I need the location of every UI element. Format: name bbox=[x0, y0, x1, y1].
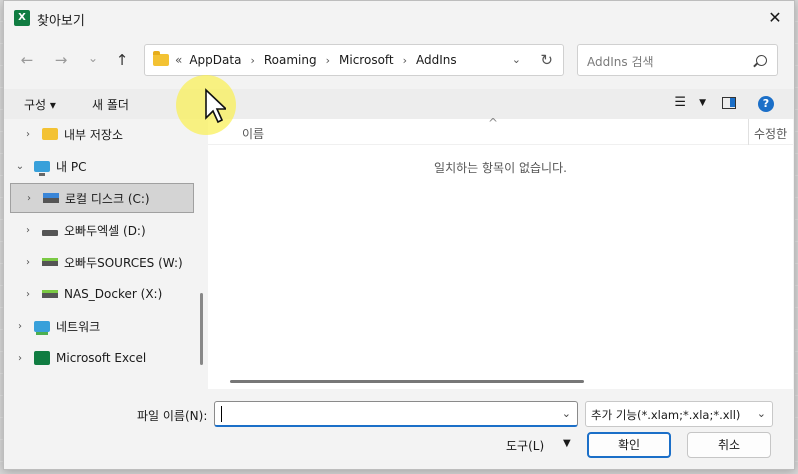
search-placeholder: AddIns 검색 bbox=[587, 55, 654, 69]
chevron-right-icon[interactable]: › bbox=[22, 257, 34, 268]
command-bar: 구성 ▾ 새 폴더 ☰ ▼ ? bbox=[4, 89, 794, 119]
mouse-pointer-icon bbox=[205, 88, 226, 124]
chevron-down-icon: ⌄ bbox=[87, 51, 99, 65]
column-header-row: 이름 ^ 수정한 bbox=[208, 116, 793, 145]
up-arrow-icon: ↑ bbox=[115, 51, 129, 69]
chevron-right-icon[interactable]: › bbox=[23, 193, 35, 204]
address-history-chevron-icon[interactable]: ⌄ bbox=[512, 53, 521, 66]
address-bar[interactable]: « AppData › Roaming › Microsoft › AddIns… bbox=[144, 44, 564, 76]
column-divider[interactable] bbox=[748, 119, 749, 145]
chevron-down-icon[interactable]: ⌄ bbox=[14, 161, 26, 172]
breadcrumb-overflow[interactable]: « bbox=[175, 53, 182, 67]
chevron-down-icon[interactable]: ⌄ bbox=[562, 407, 571, 420]
chevron-right-icon: › bbox=[325, 53, 331, 67]
column-header-name[interactable]: 이름 bbox=[242, 125, 264, 142]
chevron-right-icon[interactable]: › bbox=[22, 129, 34, 140]
navigation-scrollbar[interactable] bbox=[200, 293, 203, 365]
new-folder-button[interactable]: 새 폴더 bbox=[92, 96, 129, 113]
pc-icon bbox=[34, 160, 50, 176]
tree-item-label: 오빠두SOURCES (W:) bbox=[64, 255, 183, 270]
close-icon: ✕ bbox=[768, 8, 782, 27]
tree-item-network[interactable]: › 네트워크 bbox=[6, 311, 190, 341]
chevron-right-icon[interactable]: › bbox=[22, 225, 34, 236]
folder-icon bbox=[153, 51, 169, 66]
filename-input[interactable]: ⌄ bbox=[214, 401, 578, 427]
tree-item-label: 오빠두엑셀 (D:) bbox=[64, 223, 146, 238]
tree-item-drive-x[interactable]: › NAS_Docker (X:) bbox=[6, 279, 190, 309]
drive-icon bbox=[42, 230, 58, 236]
file-type-filter-value: 추가 기능(*.xlam;*.xla;*.xll) bbox=[591, 408, 741, 422]
title-bar: X 찾아보기 ✕ bbox=[4, 1, 794, 35]
tree-item-drive-d[interactable]: › 오빠두엑셀 (D:) bbox=[6, 215, 190, 245]
tools-dropdown-icon[interactable]: ▼ bbox=[563, 438, 571, 449]
forward-button[interactable]: → bbox=[50, 49, 72, 71]
browse-dialog: X 찾아보기 ✕ ← → ⌄ ↑ « AppData › Roaming › M… bbox=[3, 0, 795, 470]
sort-ascending-icon: ^ bbox=[488, 116, 499, 130]
empty-message: 일치하는 항목이 없습니다. bbox=[434, 161, 567, 175]
chevron-right-icon: › bbox=[402, 53, 408, 67]
excel-icon bbox=[34, 351, 50, 365]
tree-item-label: 네트워크 bbox=[56, 319, 101, 334]
view-dropdown-icon[interactable]: ▼ bbox=[699, 98, 706, 108]
network-drive-icon bbox=[42, 290, 58, 298]
breadcrumb: « AppData › Roaming › Microsoft › AddIns bbox=[175, 53, 457, 67]
excel-app-icon: X bbox=[14, 10, 30, 26]
horizontal-scrollbar[interactable] bbox=[230, 380, 584, 383]
preview-pane-icon[interactable] bbox=[722, 97, 736, 109]
tree-item-label: 로컬 디스크 (C:) bbox=[65, 191, 150, 206]
search-box[interactable]: AddIns 검색 bbox=[577, 44, 778, 76]
close-button[interactable]: ✕ bbox=[762, 5, 788, 31]
tree-item-microsoft-excel[interactable]: › Microsoft Excel bbox=[6, 343, 190, 373]
navigation-pane: › 내부 저장소 ⌄ 내 PC › 로컬 디스크 (C:) › 오빠두엑셀 (D… bbox=[6, 119, 194, 391]
tree-item-label: Microsoft Excel bbox=[56, 351, 147, 365]
help-icon[interactable]: ? bbox=[758, 96, 774, 112]
up-button[interactable]: ↑ bbox=[111, 49, 133, 71]
file-list[interactable]: 이름 ^ 수정한 일치하는 항목이 없습니다. bbox=[208, 116, 793, 389]
windows-drive-icon bbox=[43, 193, 59, 203]
chevron-right-icon[interactable]: › bbox=[14, 353, 26, 364]
chevron-right-icon[interactable]: › bbox=[14, 321, 26, 332]
column-header-date-modified[interactable]: 수정한 bbox=[754, 125, 787, 142]
back-arrow-icon: ← bbox=[20, 51, 34, 69]
breadcrumb-microsoft[interactable]: Microsoft bbox=[339, 53, 394, 67]
recent-locations-button[interactable]: ⌄ bbox=[82, 47, 104, 69]
tree-item-label: NAS_Docker (X:) bbox=[64, 287, 163, 301]
chevron-right-icon: › bbox=[250, 53, 255, 67]
filename-label: 파일 이름(N): bbox=[137, 409, 208, 423]
chevron-down-icon: ⌄ bbox=[756, 407, 766, 420]
text-caret bbox=[221, 406, 222, 422]
tree-item-local-disk-c[interactable]: › 로컬 디스크 (C:) bbox=[10, 183, 194, 213]
tree-item-internal-storage[interactable]: › 내부 저장소 bbox=[6, 119, 190, 149]
tree-item-drive-w[interactable]: › 오빠두SOURCES (W:) bbox=[6, 247, 190, 277]
tools-button[interactable]: 도구(L) bbox=[506, 437, 544, 454]
cancel-button[interactable]: 취소 bbox=[687, 432, 771, 458]
file-type-filter[interactable]: 추가 기능(*.xlam;*.xla;*.xll) ⌄ bbox=[585, 401, 773, 427]
breadcrumb-appdata[interactable]: AppData bbox=[189, 53, 241, 67]
chevron-right-icon[interactable]: › bbox=[22, 289, 34, 300]
tree-item-label: 내 PC bbox=[56, 159, 87, 174]
dialog-title: 찾아보기 bbox=[37, 14, 85, 29]
folder-icon bbox=[42, 128, 58, 140]
network-drive-icon bbox=[42, 258, 58, 266]
search-icon bbox=[756, 55, 767, 66]
ok-button[interactable]: 확인 bbox=[587, 432, 671, 458]
refresh-icon[interactable]: ↻ bbox=[540, 51, 553, 69]
forward-arrow-icon: → bbox=[54, 51, 68, 69]
breadcrumb-addins[interactable]: AddIns bbox=[416, 53, 457, 67]
back-button[interactable]: ← bbox=[16, 49, 38, 71]
breadcrumb-roaming[interactable]: Roaming bbox=[264, 53, 317, 67]
network-icon bbox=[34, 320, 50, 335]
tree-item-label: 내부 저장소 bbox=[64, 127, 124, 142]
view-options-icon[interactable]: ☰ bbox=[674, 95, 686, 110]
tree-item-this-pc[interactable]: ⌄ 내 PC bbox=[6, 151, 190, 181]
organize-button[interactable]: 구성 ▾ bbox=[24, 96, 56, 113]
